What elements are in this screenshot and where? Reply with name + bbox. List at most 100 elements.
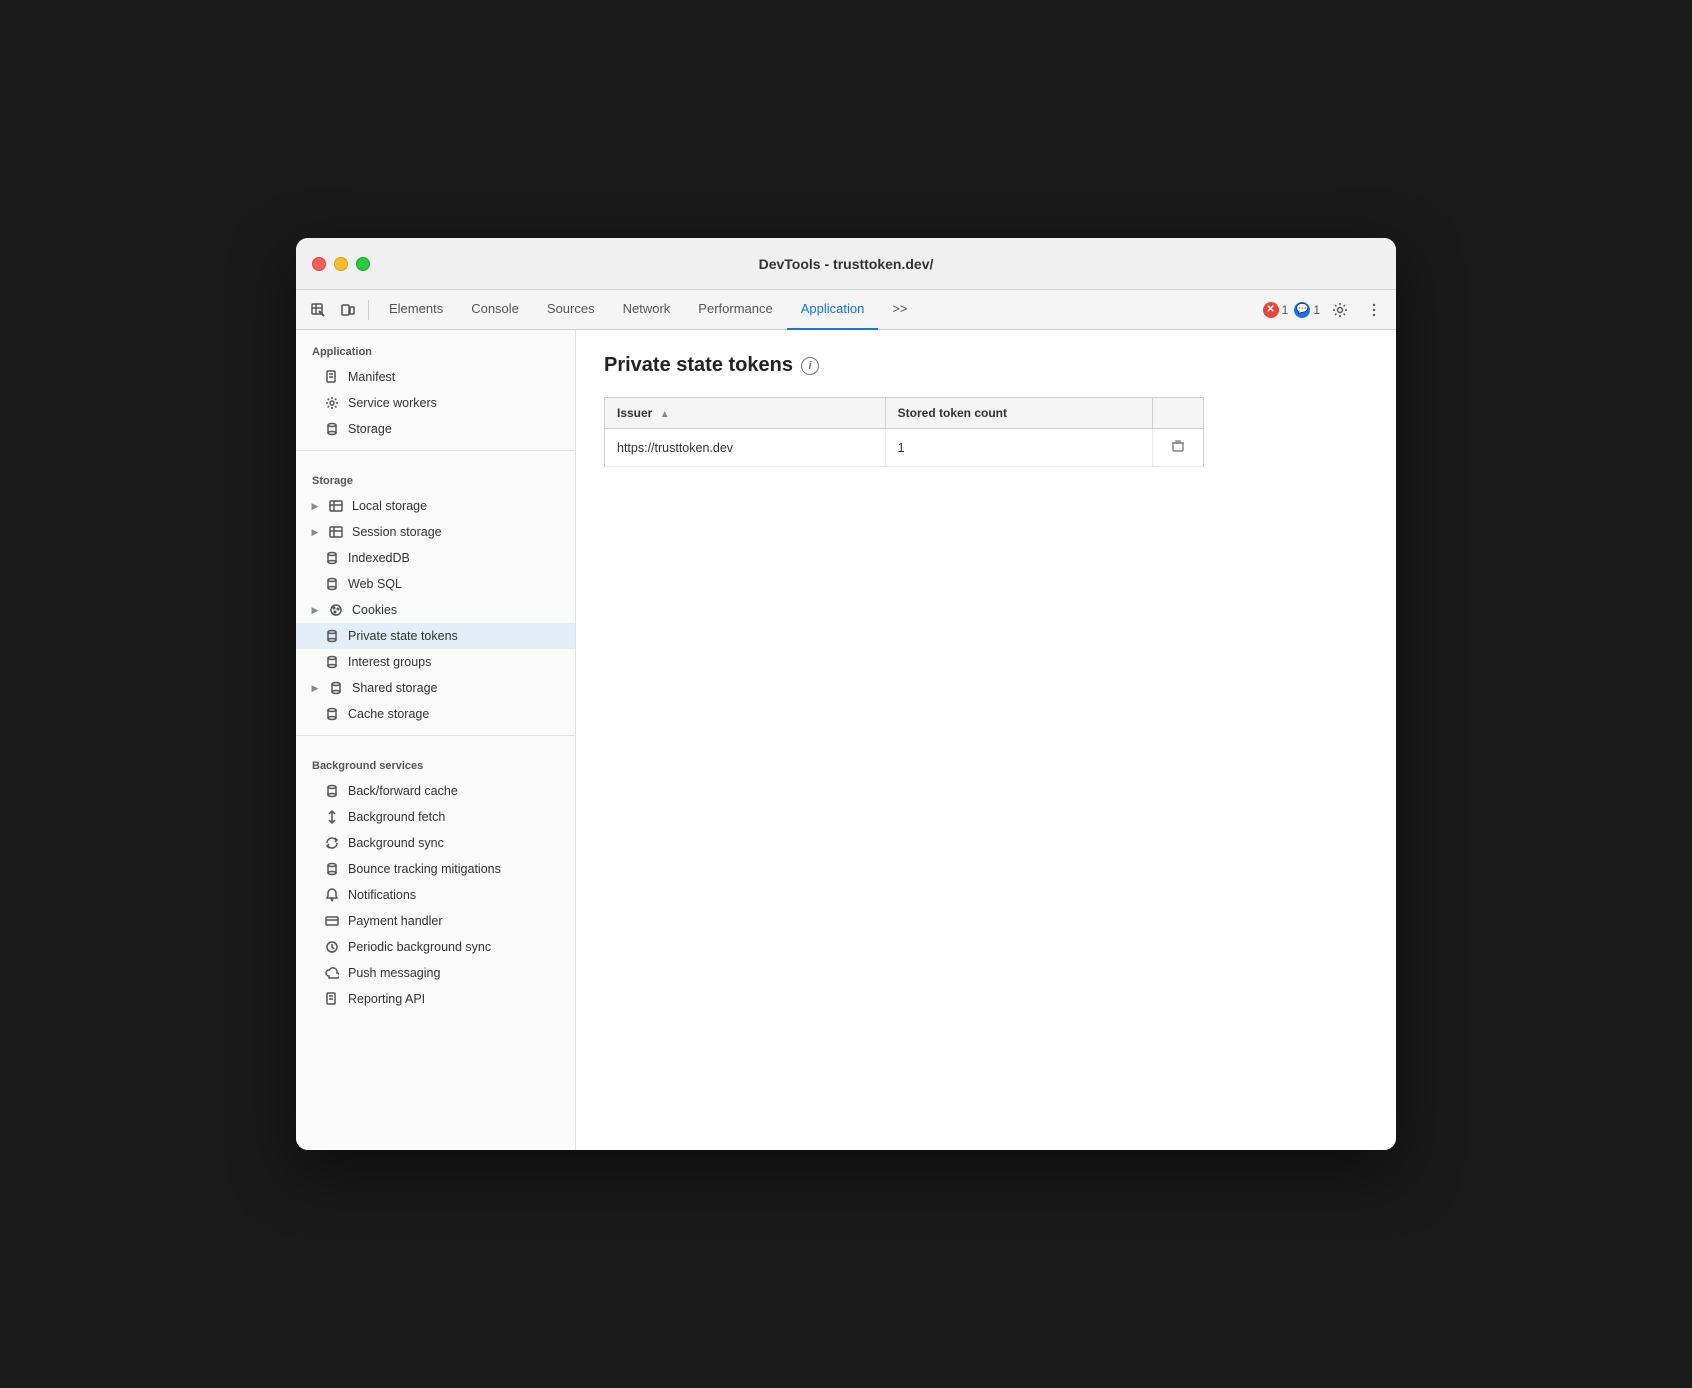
interest-groups-label: Interest groups bbox=[348, 655, 431, 669]
warning-icon: 💬 bbox=[1294, 302, 1310, 318]
cylinder-icon-2 bbox=[324, 550, 340, 566]
delete-button[interactable] bbox=[1165, 437, 1191, 458]
cell-count: 1 bbox=[885, 429, 1152, 467]
websql-label: Web SQL bbox=[348, 577, 402, 591]
sidebar-item-manifest[interactable]: Manifest bbox=[296, 364, 575, 390]
arrow-icon-2: ▶ bbox=[310, 527, 320, 537]
private-state-tokens-label: Private state tokens bbox=[348, 629, 458, 643]
window-title: DevTools - trusttoken.dev/ bbox=[759, 256, 934, 272]
tokens-table: Issuer ▲ Stored token count https://trus… bbox=[604, 397, 1204, 467]
cookies-label: Cookies bbox=[352, 603, 397, 617]
sidebar-item-service-workers[interactable]: Service workers bbox=[296, 390, 575, 416]
sidebar-item-private-state-tokens[interactable]: Private state tokens bbox=[296, 623, 575, 649]
tab-network[interactable]: Network bbox=[609, 290, 685, 330]
storage-main-label: Storage bbox=[348, 422, 392, 436]
col-actions bbox=[1153, 398, 1204, 429]
cylinder-icon-4 bbox=[324, 628, 340, 644]
sidebar-item-bfcache[interactable]: Back/forward cache bbox=[296, 778, 575, 804]
warning-badge[interactable]: 💬 1 bbox=[1294, 302, 1320, 318]
sidebar-item-reporting-api[interactable]: Reporting API bbox=[296, 986, 575, 1012]
cache-storage-label: Cache storage bbox=[348, 707, 429, 721]
error-badge[interactable]: ✕ 1 bbox=[1263, 302, 1289, 318]
table-row: https://trusttoken.dev 1 bbox=[605, 429, 1204, 467]
content-area: Private state tokens i Issuer ▲ Stored t… bbox=[576, 330, 1396, 1150]
traffic-lights bbox=[312, 257, 370, 271]
more-icon[interactable] bbox=[1360, 296, 1388, 324]
sidebar-item-periodic-bg-sync[interactable]: Periodic background sync bbox=[296, 934, 575, 960]
tab-bar: Elements Console Sources Network Perform… bbox=[375, 290, 1261, 330]
inspect-icon[interactable] bbox=[304, 296, 332, 324]
sidebar-item-cache-storage[interactable]: Cache storage bbox=[296, 701, 575, 727]
clock-icon bbox=[324, 939, 340, 955]
main-layout: Application Manifest Service workers Sto… bbox=[296, 330, 1396, 1150]
sidebar-item-storage-main[interactable]: Storage bbox=[296, 416, 575, 442]
cookie-icon bbox=[328, 602, 344, 618]
sync-icon bbox=[324, 835, 340, 851]
bounce-tracking-label: Bounce tracking mitigations bbox=[348, 862, 501, 876]
tab-more[interactable]: >> bbox=[878, 290, 921, 330]
sidebar-item-indexeddb[interactable]: IndexedDB bbox=[296, 545, 575, 571]
tab-console[interactable]: Console bbox=[457, 290, 533, 330]
local-storage-label: Local storage bbox=[352, 499, 427, 513]
sidebar-item-websql[interactable]: Web SQL bbox=[296, 571, 575, 597]
page-title: Private state tokens i bbox=[604, 354, 1368, 377]
tab-performance[interactable]: Performance bbox=[684, 290, 786, 330]
device-toggle-icon[interactable] bbox=[334, 296, 362, 324]
close-button[interactable] bbox=[312, 257, 326, 271]
sort-arrow-icon: ▲ bbox=[660, 409, 670, 420]
sidebar-item-local-storage[interactable]: ▶ Local storage bbox=[296, 493, 575, 519]
devtools-window: DevTools - trusttoken.dev/ Elements Cons… bbox=[296, 238, 1396, 1150]
service-workers-label: Service workers bbox=[348, 396, 437, 410]
cylinder-icon-7 bbox=[324, 706, 340, 722]
toolbar-separator bbox=[368, 300, 369, 320]
payment-handler-label: Payment handler bbox=[348, 914, 443, 928]
notifications-label: Notifications bbox=[348, 888, 416, 902]
page-title-text: Private state tokens bbox=[604, 354, 793, 377]
settings-icon[interactable] bbox=[1326, 296, 1354, 324]
card-icon bbox=[324, 913, 340, 929]
sidebar-item-interest-groups[interactable]: Interest groups bbox=[296, 649, 575, 675]
file-icon bbox=[324, 369, 340, 385]
arrows-updown-icon bbox=[324, 809, 340, 825]
arrow-icon-4: ▶ bbox=[310, 683, 320, 693]
arrow-icon-3: ▶ bbox=[310, 605, 320, 615]
separator-1 bbox=[296, 450, 575, 451]
cylinder-icon-5 bbox=[324, 654, 340, 670]
tab-application[interactable]: Application bbox=[787, 290, 879, 330]
sidebar-item-shared-storage[interactable]: ▶ Shared storage bbox=[296, 675, 575, 701]
sidebar-item-bg-fetch[interactable]: Background fetch bbox=[296, 804, 575, 830]
sidebar-item-cookies[interactable]: ▶ Cookies bbox=[296, 597, 575, 623]
cylinder-icon-9 bbox=[324, 861, 340, 877]
gear-icon bbox=[324, 395, 340, 411]
sidebar-item-payment-handler[interactable]: Payment handler bbox=[296, 908, 575, 934]
col-issuer[interactable]: Issuer ▲ bbox=[605, 398, 886, 429]
col-token-count: Stored token count bbox=[885, 398, 1152, 429]
tab-sources[interactable]: Sources bbox=[533, 290, 609, 330]
bg-sync-label: Background sync bbox=[348, 836, 444, 850]
error-number: 1 bbox=[1282, 303, 1289, 317]
maximize-button[interactable] bbox=[356, 257, 370, 271]
manifest-label: Manifest bbox=[348, 370, 395, 384]
cloud-icon bbox=[324, 965, 340, 981]
sidebar-item-notifications[interactable]: Notifications bbox=[296, 882, 575, 908]
bg-fetch-label: Background fetch bbox=[348, 810, 445, 824]
toolbar: Elements Console Sources Network Perform… bbox=[296, 290, 1396, 330]
bell-icon bbox=[324, 887, 340, 903]
sidebar-item-push-messaging[interactable]: Push messaging bbox=[296, 960, 575, 986]
sidebar-section-bg-services: Background services bbox=[296, 744, 575, 778]
bfcache-label: Back/forward cache bbox=[348, 784, 458, 798]
table-icon bbox=[328, 498, 344, 514]
tab-elements[interactable]: Elements bbox=[375, 290, 457, 330]
error-count: ✕ bbox=[1263, 302, 1279, 318]
periodic-bg-sync-label: Periodic background sync bbox=[348, 940, 491, 954]
sidebar-item-bounce-tracking[interactable]: Bounce tracking mitigations bbox=[296, 856, 575, 882]
reporting-api-label: Reporting API bbox=[348, 992, 425, 1006]
info-icon[interactable]: i bbox=[801, 357, 819, 375]
sidebar-item-bg-sync[interactable]: Background sync bbox=[296, 830, 575, 856]
sidebar: Application Manifest Service workers Sto… bbox=[296, 330, 576, 1150]
session-storage-label: Session storage bbox=[352, 525, 442, 539]
minimize-button[interactable] bbox=[334, 257, 348, 271]
toolbar-right: ✕ 1 💬 1 bbox=[1263, 296, 1388, 324]
sidebar-item-session-storage[interactable]: ▶ Session storage bbox=[296, 519, 575, 545]
indexeddb-label: IndexedDB bbox=[348, 551, 410, 565]
